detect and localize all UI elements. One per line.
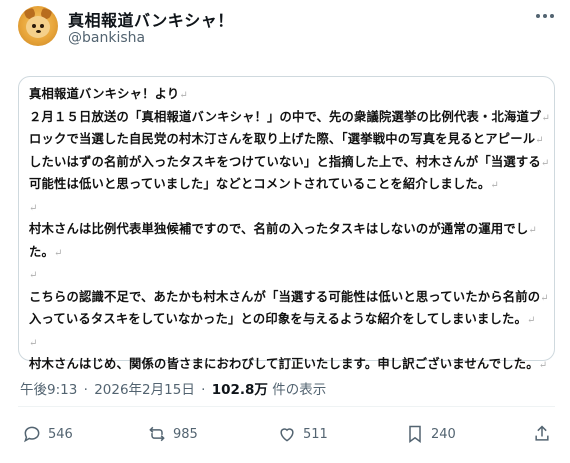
return-mark-icon: ↵ [29,202,38,214]
post-text-line: こちらの認識不足で、あたかも村木さんが「当選する可能性は低いと思っていたから名前… [29,287,549,310]
divider [18,406,555,407]
post-text: こちらの認識不足で、あたかも村木さんが「当選する可能性は低いと思っていたから名前… [29,288,541,304]
reply-icon [24,426,40,443]
more-options-icon[interactable] [532,6,558,26]
return-mark-icon: ↵ [490,180,499,191]
post-text-line: 入っているタスキをしていなかった」との印象を与えるような紹介をしてしまいました。… [29,309,544,332]
post-text-line: 村木さんはじめ、関係の皆さまにおわびして訂正いたします。申し訳ございませんでした… [29,354,547,377]
return-mark-icon: ↵ [540,157,550,169]
views-label: 件の表示 [272,382,327,398]
post-text: 可能性は低いと思っていました」などとコメントされていることを紹介しました。 [29,176,491,191]
return-mark-icon: ↵ [541,112,551,124]
post-text-line: 可能性は低いと思っていました」などとコメントされていることを紹介しました。↵ [29,174,544,197]
post-text-line: ↵ [29,332,544,355]
post-header: 真相報道バンキシャ！ @bankisha [0,0,570,64]
post-text-image: 真相報道バンキシャ！より↵ ２月１５日放送の「真相報道バンキシャ！」の中で、先の衆… [18,76,555,371]
return-mark-icon: ↵ [538,360,548,371]
post-text: 村木さんはじめ、関係の皆さまにおわびして訂正いたします。申し訳ございませんでした… [29,356,539,371]
post-text-line: ２月１５日放送の「真相報道バンキシャ！」の中で、先の衆議院選挙の比例代表・北海道… [29,107,550,130]
return-mark-icon: ↵ [528,225,537,236]
bookmark-count: 240 [431,426,456,442]
post-text: た。 [29,243,54,259]
bookmark-button[interactable]: 240 [405,424,456,444]
post-text-line: ロックで当選した自民党の村木汀さんを取り上げた際、「選挙戦中の写真を見るとアピー… [29,129,544,152]
return-mark-icon: ↵ [179,90,188,101]
share-button[interactable] [532,424,552,444]
like-button[interactable]: 511 [277,424,328,444]
author-handle[interactable]: @bankisha [68,30,145,46]
repost-count: 985 [173,426,198,442]
return-mark-icon: ↵ [54,247,63,259]
post-text: ロックで当選した自民党の村木汀さんを取り上げた際、「選挙戦中の写真を見るとアピー… [29,131,536,146]
repost-icon [149,426,165,442]
post-text-line: したいはずの名前が入ったタスキをつけていない」と指摘した上で、村木さんが「当選す… [29,152,549,175]
return-mark-icon: ↵ [540,292,549,304]
return-mark-icon: ↵ [29,337,38,349]
post-text-line: ↵ [29,264,544,287]
repost-button[interactable]: 985 [147,424,198,444]
return-mark-icon: ↵ [29,270,38,281]
post-text: 入っているタスキをしていなかった」との印象を与えるような紹介をしてしまいました。 [29,311,528,326]
post-text-line: た。↵ [29,242,544,265]
post-text-line: 村木さんは比例代表単独候補ですので、名前の入ったタスキはしないのが通常の運用でし… [29,219,544,242]
post-text: 真相報道バンキシャ！より [29,86,180,101]
dog-avatar-icon[interactable] [18,6,58,46]
return-mark-icon: ↵ [535,135,544,146]
like-count: 511 [303,426,328,442]
post-text-line: ↵ [29,197,544,220]
return-mark-icon: ↵ [527,315,536,326]
author-name[interactable]: 真相報道バンキシャ！ [68,7,234,31]
post-date[interactable]: 2026年2月15日 [94,382,195,398]
reply-button[interactable]: 546 [22,424,73,444]
post-time[interactable]: 午後9:13 [20,382,77,398]
post-text: したいはずの名前が入ったタスキをつけていない」と指摘した上で、村木さんが「当選す… [29,153,541,169]
action-bar: 546 985 511 240 [0,424,570,450]
share-icon [535,425,549,441]
post-text: ２月１５日放送の「真相報道バンキシャ！」の中で、先の衆議院選挙の比例代表・北海道… [29,108,542,124]
heart-icon [280,428,294,442]
post-text: 村木さんは比例代表単独候補ですので、名前の入ったタスキはしないのが通常の運用でし [29,221,529,236]
bookmark-icon [409,425,421,443]
post-meta: 午後9:13 · 2026年2月15日 · 102.8万 件の表示 [20,382,327,398]
views-count: 102.8万 [211,382,268,398]
post-text-line: 真相報道バンキシャ！より↵ [29,84,544,107]
reply-count: 546 [48,426,73,442]
